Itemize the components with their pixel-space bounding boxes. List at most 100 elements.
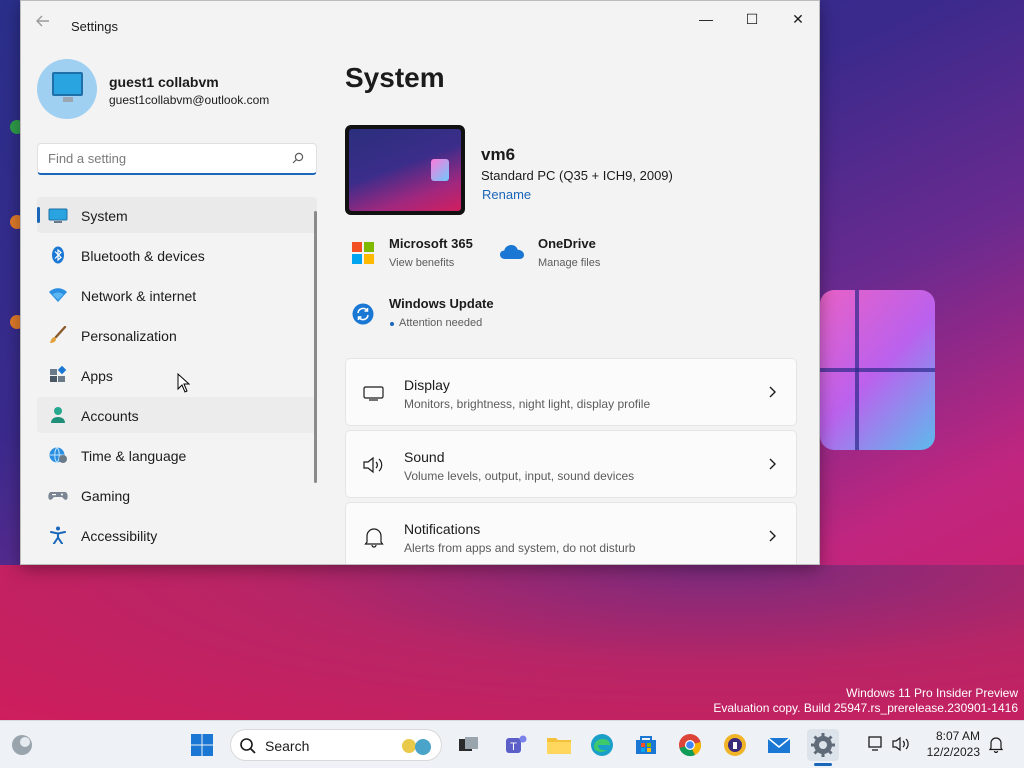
minimize-button[interactable]: —: [683, 7, 729, 31]
bluetooth-icon: [52, 246, 64, 264]
profile-name: guest1 collabvm: [109, 74, 219, 90]
wallpaper-preview-glow: [431, 159, 449, 181]
watermark-line-2: Evaluation copy. Build 25947.rs_prerelea…: [713, 701, 1018, 715]
notification-bell-icon[interactable]: [987, 735, 1005, 753]
device-name: vm6: [481, 145, 516, 164]
page-title: System: [345, 62, 445, 93]
taskbar: Search T 8:07 AM 12/2/2023: [0, 720, 1024, 768]
watermark-line-1: Windows 11 Pro Insider Preview: [846, 686, 1018, 700]
display-icon: [363, 386, 384, 401]
edge-icon[interactable]: [586, 729, 618, 761]
search-highlight-icon: [402, 739, 431, 755]
sidebar-item-label: Time & language: [81, 448, 187, 464]
build-watermark: Windows 11 Pro Insider Preview Evaluatio…: [713, 686, 1018, 716]
sidebar-item-gaming[interactable]: Gaming: [37, 477, 317, 513]
display-card[interactable]: Display Monitors, brightness, night ligh…: [345, 358, 797, 426]
wallpaper-preview: [349, 129, 461, 211]
notifications-card[interactable]: Notifications Alerts from apps and syste…: [345, 502, 797, 564]
sound-card[interactable]: Sound Volume levels, output, input, soun…: [345, 430, 797, 498]
sidebar-scrollbar[interactable]: [314, 211, 317, 483]
sidebar-item-system[interactable]: System: [37, 197, 317, 233]
avatar[interactable]: [37, 59, 97, 119]
microsoft-store-icon[interactable]: [630, 729, 662, 761]
maximize-button[interactable]: ☐: [729, 7, 775, 31]
sidebar-item-label: Bluetooth & devices: [81, 248, 205, 264]
card-subtitle: Volume levels, output, input, sound devi…: [404, 469, 635, 483]
accessibility-icon: [50, 526, 66, 544]
monitor-stand: [63, 97, 73, 102]
network-icon[interactable]: [866, 735, 886, 753]
active-app-indicator: [814, 763, 832, 766]
chevron-right-icon: [769, 458, 776, 470]
sidebar-item-bluetooth[interactable]: Bluetooth & devices: [37, 237, 317, 273]
search-icon[interactable]: [292, 152, 304, 164]
file-explorer-icon[interactable]: [543, 729, 575, 761]
search-icon: [240, 738, 256, 754]
gamepad-icon: [48, 492, 68, 500]
task-view-icon[interactable]: [452, 729, 484, 761]
quick-title: Microsoft 365: [389, 236, 473, 251]
chevron-right-icon: [769, 530, 776, 542]
sidebar-item-time-language[interactable]: Time & language: [37, 437, 317, 473]
sidebar-item-label: System: [81, 208, 128, 224]
selection-indicator: [37, 207, 40, 223]
speaker-icon: [363, 456, 383, 474]
sidebar-item-accessibility[interactable]: Accessibility: [37, 517, 317, 553]
wallpaper-logo-divider-h: [820, 368, 935, 372]
quick-subtitle: Manage files: [538, 257, 601, 269]
mail-icon[interactable]: [763, 729, 795, 761]
search-input[interactable]: [48, 151, 278, 166]
card-subtitle: Monitors, brightness, night light, displ…: [404, 397, 651, 411]
sidebar-item-personalization[interactable]: Personalization: [37, 317, 317, 353]
sidebar-item-label: Accessibility: [81, 528, 158, 544]
monitor-icon: [52, 72, 83, 96]
sidebar-item-label: Accounts: [81, 408, 139, 424]
profile-email: guest1collabvm@outlook.com: [109, 93, 270, 107]
card-title: Display: [404, 377, 450, 393]
clock-date: 12/2/2023: [926, 745, 980, 759]
title-bar[interactable]: Settings — ☐ ✕: [21, 1, 819, 41]
window-title: Settings: [71, 19, 118, 34]
device-thumbnail: [345, 125, 465, 215]
chevron-right-icon: [769, 386, 776, 398]
mouse-cursor-icon: [177, 373, 191, 393]
card-title: Sound: [404, 449, 445, 465]
sidebar-item-accounts[interactable]: Accounts: [37, 397, 317, 433]
sidebar-item-label: Apps: [81, 368, 113, 384]
search-box[interactable]: [37, 143, 317, 175]
monitor-icon: [48, 208, 68, 223]
arrow-left-icon: [36, 15, 49, 27]
back-button[interactable]: [35, 13, 53, 31]
vpn-icon[interactable]: [719, 729, 751, 761]
chrome-icon[interactable]: [674, 729, 706, 761]
quick-title: OneDrive: [538, 236, 596, 251]
settings-window: Settings — ☐ ✕ guest1 collabvm guest1col…: [20, 0, 820, 565]
rename-link[interactable]: Rename: [482, 187, 531, 202]
sidebar-item-label: Personalization: [81, 328, 177, 344]
brush-icon: [50, 326, 67, 343]
teams-icon[interactable]: T: [500, 729, 532, 761]
quick-subtitle: View benefits: [389, 257, 455, 269]
taskbar-clock[interactable]: 8:07 AM 12/2/2023: [916, 728, 980, 760]
bell-icon: [364, 528, 384, 548]
sidebar-item-network[interactable]: Network & internet: [37, 277, 317, 313]
sidebar-item-label: Gaming: [81, 488, 131, 504]
card-title: Notifications: [404, 521, 481, 537]
widgets-icon[interactable]: [6, 729, 38, 761]
taskbar-search-label: Search: [265, 738, 310, 754]
settings-gear-icon[interactable]: [807, 729, 839, 761]
onedrive-icon: [500, 245, 524, 259]
quick-title: Windows Update: [389, 296, 494, 311]
close-button[interactable]: ✕: [775, 7, 819, 31]
globe-clock-icon: [49, 447, 67, 463]
device-model: Standard PC (Q35 + ICH9, 2009): [481, 168, 673, 183]
svg-text:T: T: [510, 741, 517, 753]
taskbar-search[interactable]: Search: [230, 729, 442, 761]
person-icon: [51, 407, 65, 423]
wifi-icon: [49, 288, 67, 302]
sidebar-item-label: Network & internet: [81, 288, 197, 304]
clock-time: 8:07 AM: [935, 729, 980, 743]
volume-icon[interactable]: [891, 735, 911, 753]
start-icon[interactable]: [186, 729, 218, 761]
attention-dot: [390, 322, 394, 326]
